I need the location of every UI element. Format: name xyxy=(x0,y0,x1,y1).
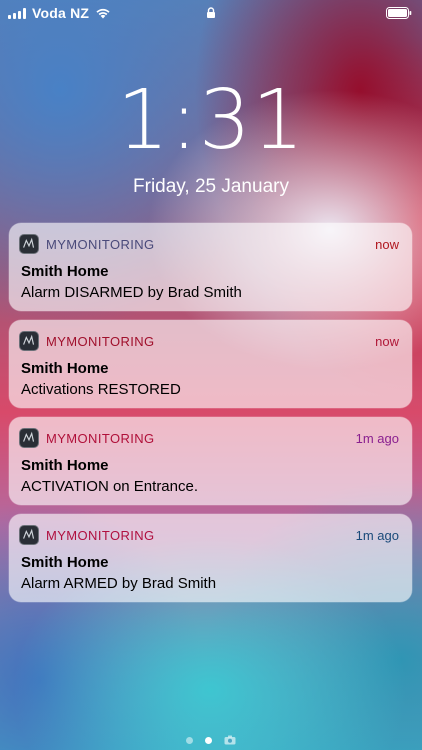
notification-app-name: MYMONITORING xyxy=(46,334,155,349)
notification-title: Smith Home xyxy=(21,457,109,474)
monitoring-app-icon xyxy=(19,525,39,545)
lock-screen-date: Friday, 25 January xyxy=(133,176,289,197)
notification-body: Alarm ARMED by Brad Smith xyxy=(21,575,217,592)
camera-icon[interactable] xyxy=(224,735,236,745)
monitoring-app-icon xyxy=(19,428,39,448)
notification-app-name: MYMONITORING xyxy=(46,528,155,543)
notification-time: 1m ago xyxy=(355,528,399,543)
notification-body: Alarm DISARMED by Brad Smith xyxy=(21,284,242,301)
notification-app-name: MYMONITORING xyxy=(46,431,155,446)
page-dot-current[interactable] xyxy=(205,736,212,744)
lock-icon xyxy=(207,7,215,18)
status-bar: Voda NZ xyxy=(0,0,422,26)
notification-body: ACTIVATION on Entrance. xyxy=(21,478,199,495)
notification-card[interactable]: MYMONITORING 1m ago Smith Home Alarm ARM… xyxy=(9,514,412,602)
notification-card[interactable]: MYMONITORING 1m ago Smith Home ACTIVATIO… xyxy=(9,417,412,505)
monitoring-app-icon xyxy=(19,234,39,254)
notification-title: Smith Home xyxy=(21,554,109,571)
signal-strength-icon xyxy=(8,7,26,19)
lock-screen-time: 1:31 xyxy=(116,73,306,168)
page-dot[interactable] xyxy=(186,736,193,744)
notification-time: now xyxy=(375,334,399,349)
notification-title: Smith Home xyxy=(21,360,109,377)
battery-icon xyxy=(386,7,412,19)
notification-time: 1m ago xyxy=(355,431,399,446)
wifi-icon xyxy=(96,8,110,19)
monitoring-app-icon xyxy=(19,331,39,351)
notification-body: Activations RESTORED xyxy=(21,381,181,398)
notification-time: now xyxy=(375,237,399,252)
page-indicator[interactable] xyxy=(0,735,422,745)
carrier-name: Voda NZ xyxy=(32,5,90,21)
notification-card[interactable]: MYMONITORING now Smith Home Alarm DISARM… xyxy=(9,223,412,311)
notification-card[interactable]: MYMONITORING now Smith Home Activations … xyxy=(9,320,412,408)
notification-app-name: MYMONITORING xyxy=(46,237,155,252)
notification-title: Smith Home xyxy=(21,263,109,280)
